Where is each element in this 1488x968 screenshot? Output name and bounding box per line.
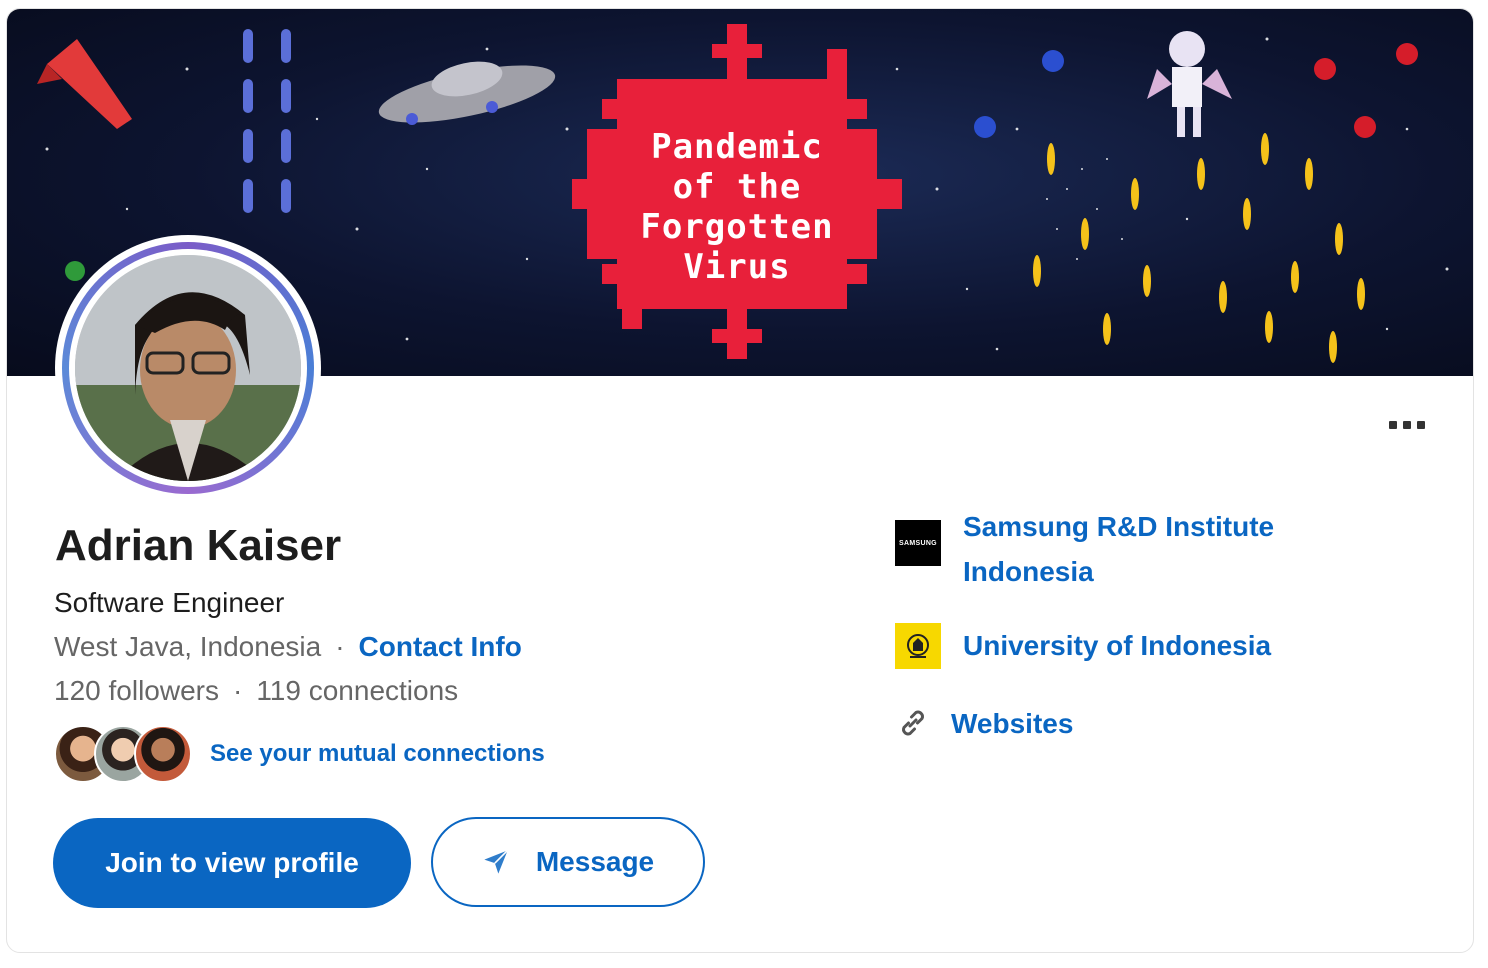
profile-headline: Software Engineer	[54, 587, 285, 618]
message-button[interactable]: Message	[431, 817, 705, 907]
mutual-avatars	[54, 725, 192, 783]
more-dot-icon	[1389, 421, 1397, 429]
connections-count: 119 connections	[256, 675, 459, 706]
profile-location: West Java, Indonesia	[54, 631, 322, 662]
mutual-connections: See your mutual connections	[54, 725, 545, 783]
university-seal-icon	[907, 634, 929, 658]
message-button-label: Message	[535, 846, 655, 877]
contact-info-link[interactable]: Contact Info	[359, 631, 522, 663]
avatar-ring	[62, 242, 314, 494]
company-link[interactable]: SAMSUNG Samsung R&D Institute Indonesia	[895, 504, 1323, 594]
samsung-logo: SAMSUNG	[895, 520, 941, 566]
stats-row: 120 followers · 119 connections	[54, 675, 458, 707]
join-to-view-profile-button[interactable]: Join to view profile	[53, 818, 411, 908]
ufo-sprite	[378, 61, 556, 125]
mutual-connections-link[interactable]: See your mutual connections	[210, 740, 545, 768]
followers-count: 120 followers	[54, 675, 219, 706]
send-icon	[484, 849, 509, 874]
banner-title: Pandemic of the Forgotten Virus	[640, 127, 834, 287]
profile-photo	[75, 255, 301, 481]
company-label: Samsung R&D Institute Indonesia	[963, 511, 1275, 587]
link-icon	[902, 710, 924, 736]
more-dot-icon	[1417, 421, 1425, 429]
school-label: University of Indonesia	[963, 630, 1272, 661]
websites-link[interactable]: Websites	[895, 701, 1073, 746]
more-dot-icon	[1403, 421, 1411, 429]
websites-label: Websites	[951, 708, 1074, 739]
separator-dot: ·	[232, 675, 243, 706]
angel-sprite	[1147, 31, 1232, 137]
more-options-button[interactable]	[1385, 413, 1429, 437]
profile-photo-art	[75, 255, 301, 481]
rocket-sprite	[37, 39, 132, 129]
profile-card: Pandemic of the Forgotten Virus Adrian K…	[6, 8, 1474, 953]
avatar-inner	[69, 249, 307, 487]
separator-dot: ·	[335, 631, 345, 662]
location-row: West Java, Indonesia · Contact Info	[54, 631, 522, 663]
yellow-bullet-sprites	[1033, 133, 1365, 363]
university-logo	[895, 623, 941, 669]
mutual-avatar	[134, 725, 192, 783]
school-link[interactable]: University of Indonesia	[895, 623, 1271, 669]
profile-name: Adrian Kaiser	[55, 521, 342, 570]
avatar[interactable]	[55, 235, 321, 501]
blue-laser-sprites	[243, 29, 291, 213]
